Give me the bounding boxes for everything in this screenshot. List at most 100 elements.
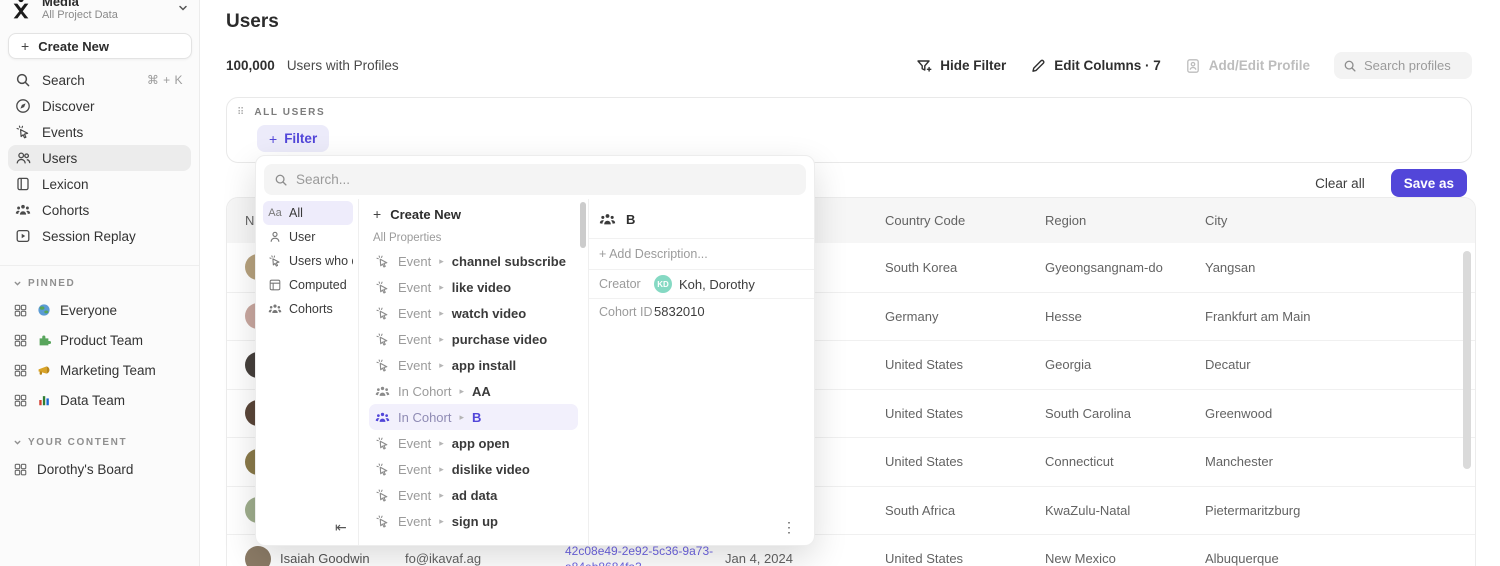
cell-email: fo@ikavaf.ag <box>405 551 565 566</box>
workspace-logo-icon <box>8 0 34 21</box>
clear-all-button[interactable]: Clear all <box>1315 176 1365 191</box>
dropdown-item-b[interactable]: In Cohort▸B <box>369 404 578 430</box>
workspace-name: Media <box>42 0 169 9</box>
filter-property-dropdown: AaAllUserUsers who di...ComputedCohorts … <box>255 155 815 546</box>
events-icon <box>375 462 390 477</box>
sidebar-item-lexicon[interactable]: Lexicon <box>8 171 191 197</box>
sidebar-item-discover[interactable]: Discover <box>8 93 191 119</box>
sidebar-item-events[interactable]: Events <box>8 119 191 145</box>
dropdown-item-app-install[interactable]: Event▸app install <box>369 352 578 378</box>
table-scrollbar[interactable] <box>1463 251 1471 469</box>
dropdown-item-purchase-video[interactable]: Event▸purchase video <box>369 326 578 352</box>
column-header-city[interactable]: City <box>1205 213 1475 228</box>
cohorts-icon <box>375 384 390 399</box>
dropdown-create-new[interactable]: +Create New <box>369 201 578 227</box>
search-profiles-box[interactable] <box>1334 52 1472 79</box>
cohort-icon <box>599 211 616 228</box>
pinned-item-marketing-team[interactable]: Marketing Team <box>0 355 199 385</box>
dropdown-item-aa[interactable]: In Cohort▸AA <box>369 378 578 404</box>
dropdown-item-channel-subscribe[interactable]: Event▸channel subscribe <box>369 248 578 274</box>
filter-category-cohorts[interactable]: Cohorts <box>263 297 353 321</box>
events-icon <box>375 436 390 451</box>
your-content-section-header[interactable]: YOUR CONTENT <box>0 425 199 454</box>
all-users-label: ALL USERS <box>254 107 325 118</box>
chevron-right-icon: ▸ <box>439 282 444 293</box>
add-filter-button[interactable]: + Filter <box>257 125 329 152</box>
users-icon <box>15 150 31 166</box>
events-icon <box>375 332 390 347</box>
chevron-right-icon: ▸ <box>459 386 464 397</box>
events-icon <box>375 280 390 295</box>
dropdown-scrollbar[interactable] <box>580 202 586 248</box>
collapse-panel-icon[interactable]: ⇤ <box>335 520 347 534</box>
cell-city: Pietermaritzburg <box>1205 503 1475 518</box>
cell-city: Decatur <box>1205 357 1475 372</box>
cell-date: Jan 4, 2024 <box>725 551 885 566</box>
page-title: Users <box>226 11 279 33</box>
chevron-right-icon: ▸ <box>439 360 444 371</box>
computed-icon <box>268 278 282 292</box>
user-count: 100,000 <box>226 58 275 73</box>
chevron-right-icon: ▸ <box>439 490 444 501</box>
cell-region: Hesse <box>1045 309 1205 324</box>
sidebar-item-search[interactable]: Search⌘ + K <box>8 67 191 93</box>
dropdown-search-box[interactable] <box>264 164 806 195</box>
sidebar-item-users[interactable]: Users <box>8 145 191 171</box>
cell-city: Manchester <box>1205 454 1475 469</box>
column-header-region[interactable]: Region <box>1045 213 1205 228</box>
pinned-section-header[interactable]: PINNED <box>0 266 199 295</box>
filter-category-users-who-di[interactable]: Users who di... <box>263 249 353 273</box>
cell-country: United States <box>885 406 1045 421</box>
board-icon <box>13 462 28 477</box>
chevron-right-icon: ▸ <box>439 464 444 475</box>
pencil-icon <box>1030 58 1046 74</box>
cell-distinct-id[interactable]: 42c08e49-2e92-5c36-9a73-a84eb8684fa3 <box>565 544 713 566</box>
your-content-item-dorothy-s-board[interactable]: Dorothy's Board <box>0 454 199 484</box>
category-label: All <box>289 206 303 220</box>
creator-name: Koh, Dorothy <box>679 277 755 292</box>
dropdown-item-dislike-video[interactable]: Event▸dislike video <box>369 456 578 482</box>
search-profiles-input[interactable] <box>1364 58 1463 73</box>
pinned-item-data-team[interactable]: Data Team <box>0 385 199 415</box>
users-with-profiles-toggle[interactable]: Users with Profiles <box>287 58 399 73</box>
sidebar-item-label: Lexicon <box>42 177 89 192</box>
dropdown-item-ad-data[interactable]: Event▸ad data <box>369 482 578 508</box>
add-description-link[interactable]: + Add Description... <box>589 239 814 270</box>
dropdown-item-like-video[interactable]: Event▸like video <box>369 274 578 300</box>
save-as-button[interactable]: Save as <box>1391 169 1467 197</box>
column-header-country-code[interactable]: Country Code <box>885 213 1045 228</box>
category-label: Users who di... <box>289 254 353 268</box>
cell-city: Yangsan <box>1205 260 1475 275</box>
events-icon <box>375 254 390 269</box>
cell-country: United States <box>885 454 1045 469</box>
search-icon <box>15 72 31 88</box>
board-label: Dorothy's Board <box>37 462 133 477</box>
workspace-selector[interactable]: Media All Project Data <box>0 0 199 25</box>
pinned-item-everyone[interactable]: Everyone <box>0 295 199 325</box>
hide-filter-button[interactable]: Hide Filter <box>916 58 1006 74</box>
add-edit-profile-button[interactable]: Add/Edit Profile <box>1185 58 1310 74</box>
board-label: Product Team <box>60 333 143 348</box>
pinned-item-product-team[interactable]: Product Team <box>0 325 199 355</box>
board-label: Everyone <box>60 303 117 318</box>
filter-category-all[interactable]: AaAll <box>263 201 353 225</box>
creator-label: Creator <box>599 277 654 291</box>
dropdown-search-input[interactable] <box>296 172 796 187</box>
create-new-button[interactable]: + Create New <box>8 33 192 59</box>
globe-icon <box>37 303 51 317</box>
sidebar-item-cohorts[interactable]: Cohorts <box>8 197 191 223</box>
sidebar-nav: Search⌘ + KDiscoverEventsUsers Lexicon Coh… <box>0 65 199 251</box>
more-options-icon[interactable]: ⋮ <box>782 519 796 536</box>
dropdown-item-app-open[interactable]: Event▸app open <box>369 430 578 456</box>
sidebar-item-session-replay[interactable]: Session Replay <box>8 223 191 249</box>
filter-category-computed[interactable]: Computed <box>263 273 353 297</box>
chevron-right-icon: ▸ <box>439 256 444 267</box>
dropdown-item-watch-video[interactable]: Event▸watch video <box>369 300 578 326</box>
search-icon <box>1343 59 1357 73</box>
chevron-down-icon <box>13 279 22 288</box>
edit-columns-button[interactable]: Edit Columns · 7 <box>1030 58 1161 74</box>
dropdown-item-sign-up[interactable]: Event▸sign up <box>369 508 578 534</box>
drag-handle-icon[interactable]: ⠿ <box>237 108 244 118</box>
bar-chart-icon <box>37 393 51 407</box>
filter-category-user[interactable]: User <box>263 225 353 249</box>
